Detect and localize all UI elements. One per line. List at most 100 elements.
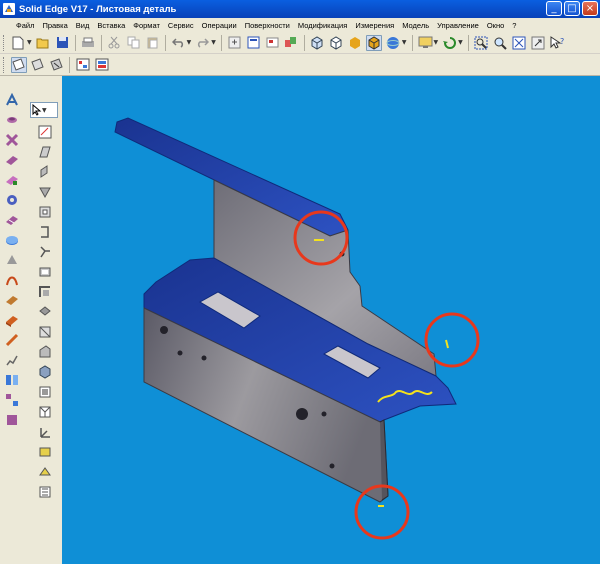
relation-icon[interactable] [37, 344, 53, 360]
new-file-icon[interactable] [11, 35, 27, 51]
pattern2-icon[interactable] [37, 484, 53, 500]
sketch-plane-icon[interactable] [10, 56, 27, 73]
contour-icon[interactable] [4, 212, 20, 228]
cone-icon[interactable] [4, 252, 20, 268]
menu-modify[interactable]: Модификация [294, 21, 351, 30]
sketch-icon[interactable] [37, 124, 53, 140]
box-icon[interactable] [37, 364, 53, 380]
box-view-icon[interactable] [328, 35, 344, 51]
insert-icon[interactable] [226, 35, 242, 51]
chevron-down-icon[interactable]: ▼ [458, 39, 463, 46]
sphere-icon[interactable] [385, 35, 401, 51]
rectangle-icon[interactable] [37, 204, 53, 220]
menu-insert[interactable]: Вставка [93, 21, 129, 30]
trim-icon[interactable] [37, 284, 53, 300]
menu-file[interactable]: Файл [0, 21, 38, 30]
shaded-edges-icon[interactable] [366, 34, 383, 51]
disk-icon[interactable] [4, 232, 20, 248]
feature-tree-icon[interactable] [75, 57, 91, 73]
fit-icon[interactable] [511, 35, 527, 51]
gear-icon[interactable] [4, 192, 20, 208]
sketch-view-icon[interactable] [30, 57, 46, 73]
mirror-icon[interactable] [4, 372, 20, 388]
pattern-icon[interactable] [4, 392, 20, 408]
fillet-icon[interactable] [37, 244, 53, 260]
toolbar-grip[interactable] [3, 34, 6, 51]
plate-icon[interactable] [4, 312, 20, 328]
cut-icon[interactable] [106, 35, 122, 51]
line-icon[interactable] [37, 144, 53, 160]
arc-icon[interactable] [37, 164, 53, 180]
hole[interactable] [296, 408, 308, 420]
zoom-area-icon[interactable] [473, 35, 489, 51]
menu-help[interactable]: ? [508, 21, 520, 30]
spline-icon[interactable] [37, 184, 53, 200]
model-viewport[interactable] [62, 76, 600, 564]
menu-format[interactable]: Формат [129, 21, 164, 30]
minimize-button[interactable]: _ [546, 1, 562, 16]
chamfer-icon[interactable] [37, 264, 53, 280]
copy-icon[interactable] [125, 35, 141, 51]
fold-icon[interactable] [4, 412, 20, 428]
menu-edit[interactable]: Правка [38, 21, 71, 30]
bend-icon[interactable] [4, 332, 20, 348]
corner-icon[interactable] [4, 352, 20, 368]
cube-icon[interactable] [37, 404, 53, 420]
menu-model[interactable]: Модель [398, 21, 433, 30]
dimension-icon[interactable] [37, 324, 53, 340]
chevron-down-icon[interactable]: ▼ [187, 39, 192, 46]
part-color-icon[interactable] [283, 35, 299, 51]
menu-view[interactable]: Вид [72, 21, 94, 30]
hole[interactable] [329, 463, 335, 469]
chevron-down-icon[interactable]: ▼ [211, 39, 216, 46]
open-folder-icon[interactable] [35, 35, 51, 51]
display-icon[interactable] [417, 35, 433, 51]
chevron-down-icon[interactable]: ▼ [42, 107, 47, 114]
hole[interactable] [160, 326, 168, 334]
extend-icon[interactable] [37, 304, 53, 320]
pan-icon[interactable] [530, 35, 546, 51]
select-tool-button[interactable]: ▼ [30, 102, 58, 118]
layer-icon[interactable] [94, 57, 110, 73]
menu-window[interactable]: Окно [483, 21, 508, 30]
selected-edge[interactable] [445, 339, 449, 349]
menu-manage[interactable]: Управление [433, 21, 483, 30]
save-icon[interactable] [54, 35, 70, 51]
hole[interactable] [321, 411, 327, 417]
text-icon[interactable] [37, 444, 53, 460]
hole[interactable] [201, 355, 207, 361]
hole[interactable] [177, 350, 183, 356]
menu-measure[interactable]: Измерения [351, 21, 398, 30]
menu-tools[interactable]: Сервис [164, 21, 198, 30]
menu-operations[interactable]: Операции [198, 21, 241, 30]
help-icon[interactable]: ? [549, 35, 565, 51]
paste-icon[interactable] [144, 35, 160, 51]
print-icon[interactable] [80, 35, 96, 51]
rotate-icon[interactable] [442, 35, 458, 51]
pin-icon[interactable] [4, 92, 20, 108]
close-button[interactable]: × [582, 1, 598, 16]
flange-icon[interactable] [4, 172, 20, 188]
tab-icon[interactable] [4, 152, 20, 168]
zoom-icon[interactable] [492, 35, 508, 51]
sheet-icon[interactable] [264, 35, 280, 51]
chevron-down-icon[interactable]: ▼ [402, 39, 407, 46]
undo-icon[interactable] [170, 35, 186, 51]
sketch-edit-icon[interactable] [49, 57, 65, 73]
emboss-icon[interactable] [4, 272, 20, 288]
offset-icon[interactable] [37, 224, 53, 240]
fill-icon[interactable] [37, 464, 53, 480]
spring-icon[interactable] [4, 112, 20, 128]
view-orient-icon[interactable] [309, 35, 325, 51]
shaded-icon[interactable] [347, 35, 363, 51]
toolbar-grip[interactable] [3, 56, 6, 73]
hem-icon[interactable] [4, 292, 20, 308]
axis-icon[interactable] [37, 424, 53, 440]
chevron-down-icon[interactable]: ▼ [27, 39, 32, 46]
chevron-down-icon[interactable]: ▼ [434, 39, 439, 46]
title-bar[interactable]: Solid Edge V17 - Листовая деталь _ □ × [0, 0, 600, 18]
properties-icon[interactable] [245, 35, 261, 51]
plane-icon[interactable] [37, 384, 53, 400]
redo-icon[interactable] [195, 35, 211, 51]
maximize-button[interactable]: □ [564, 1, 580, 16]
